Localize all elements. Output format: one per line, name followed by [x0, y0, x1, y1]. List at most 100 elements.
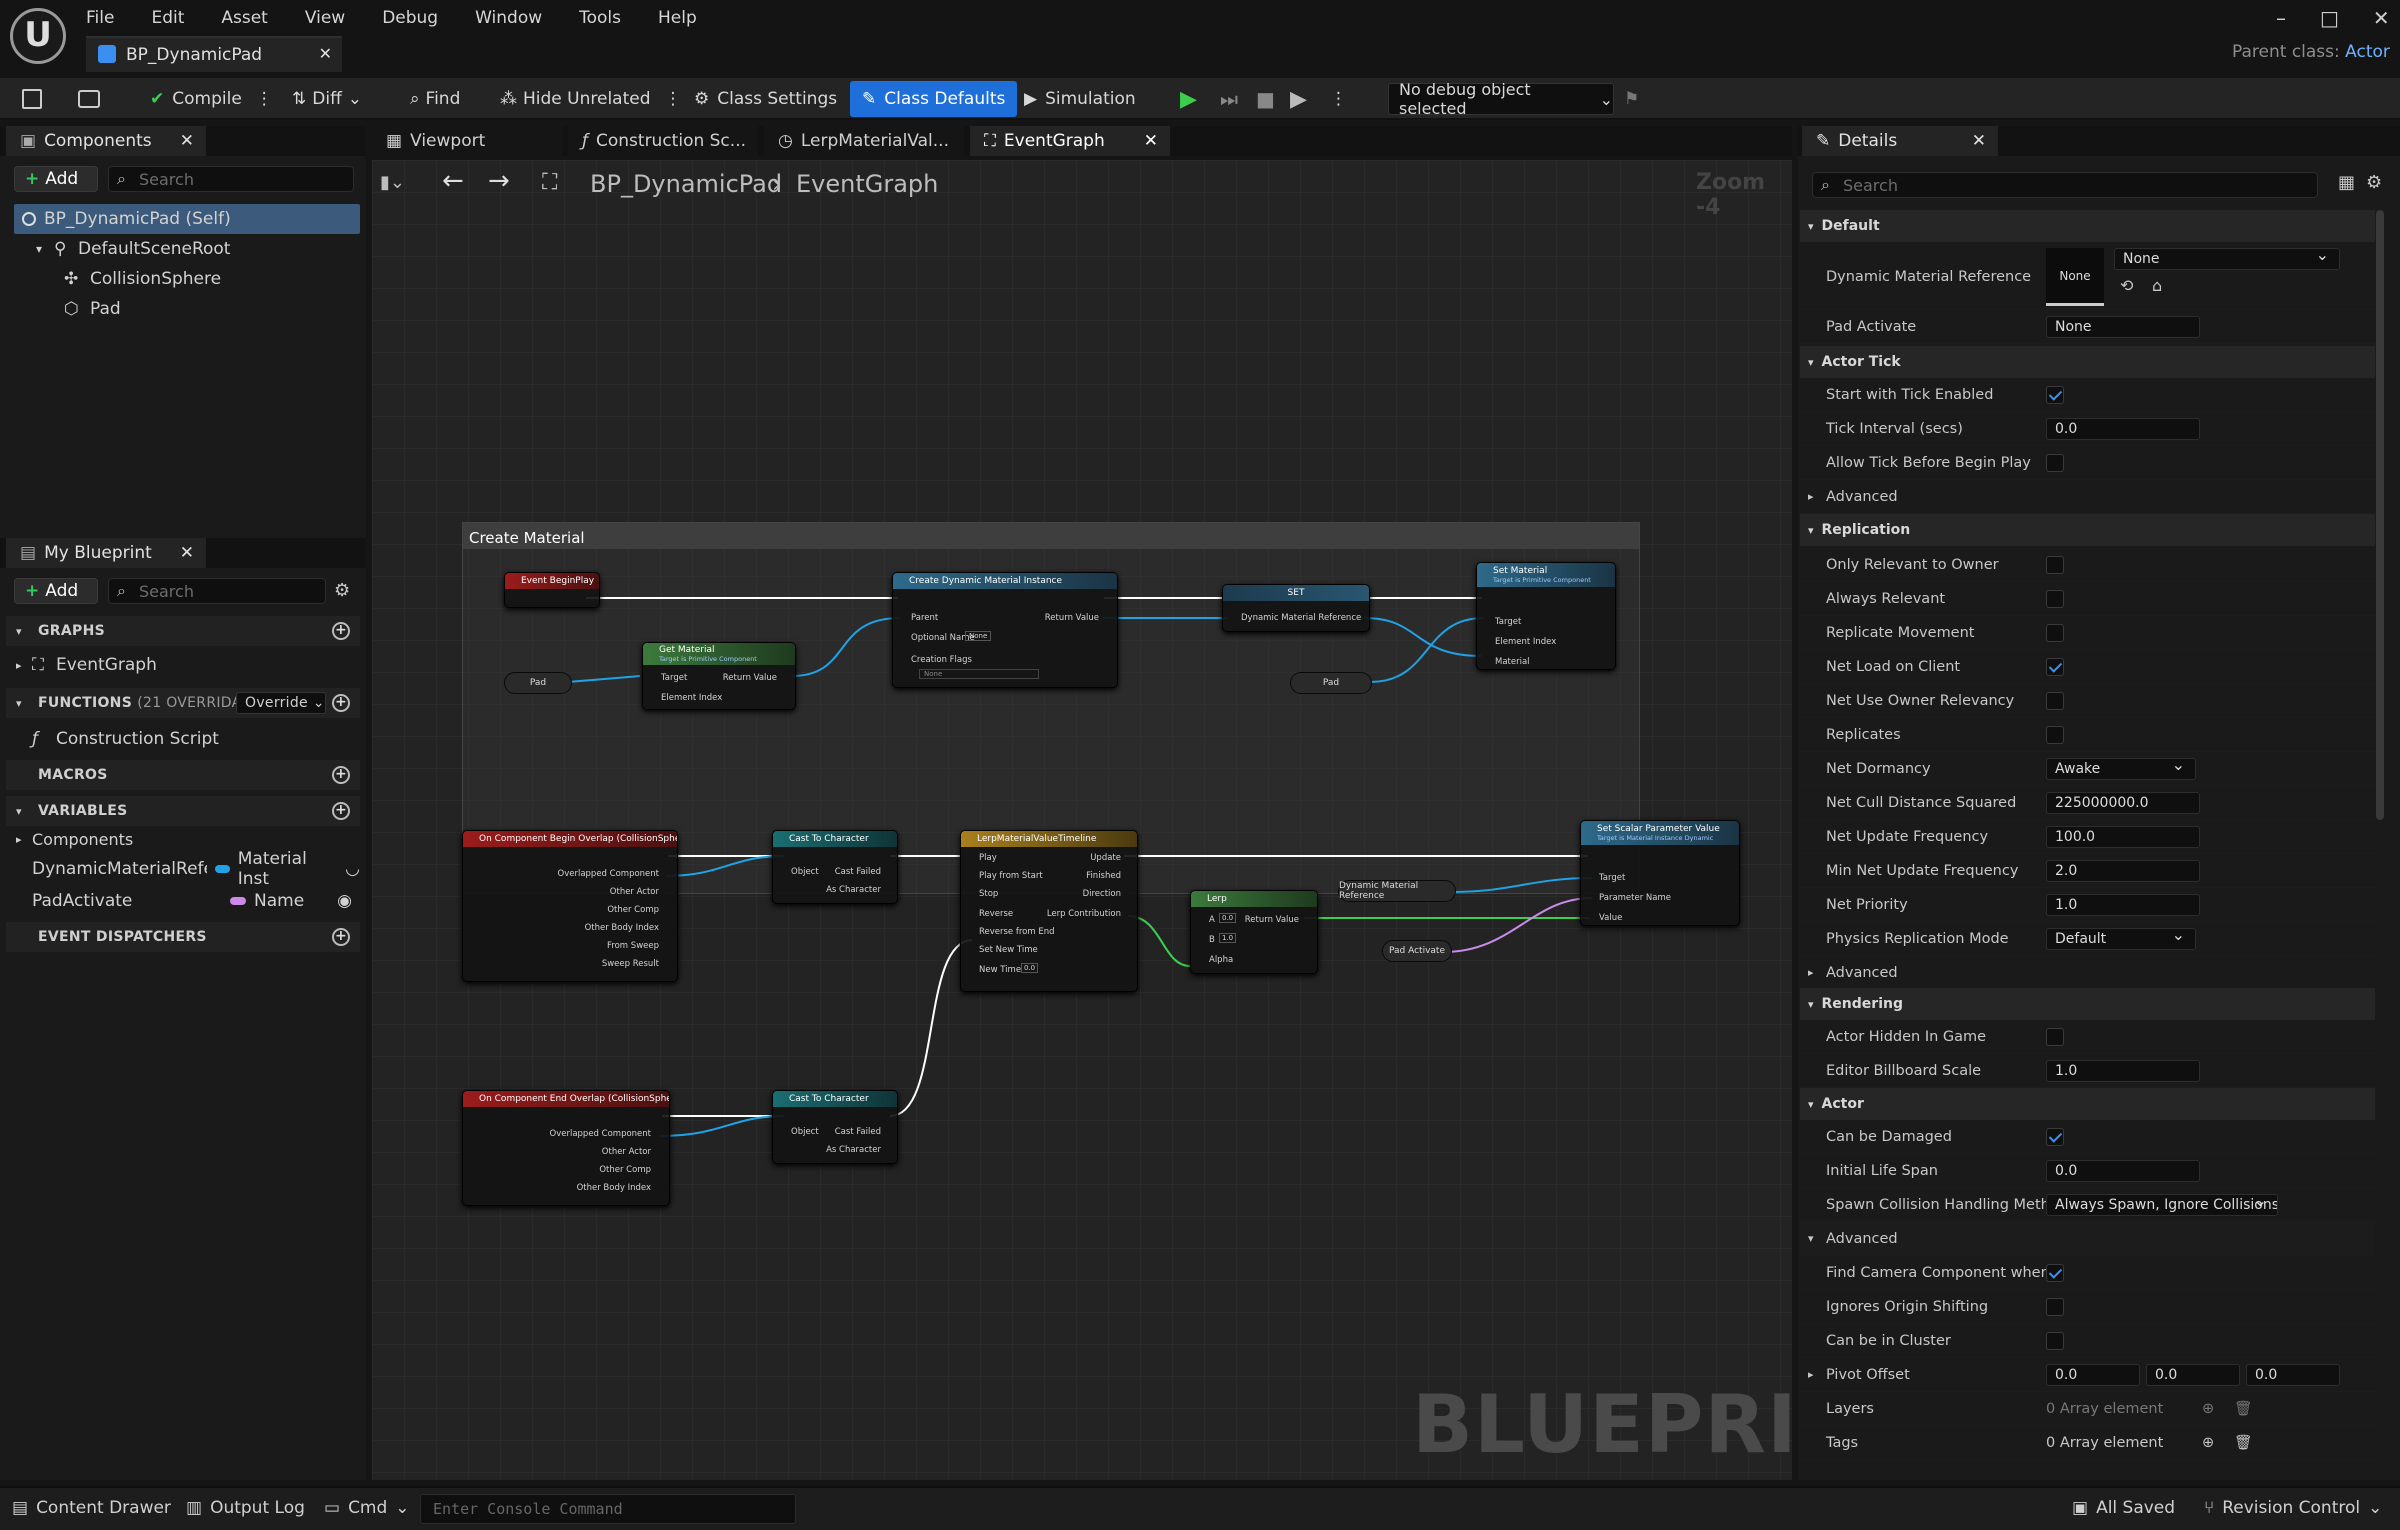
menu-debug[interactable]: Debug: [382, 8, 438, 28]
collapse-icon[interactable]: ▾: [1808, 1232, 1814, 1245]
can-be-damaged-checkbox[interactable]: [2046, 1127, 2064, 1146]
pin-overlapped[interactable]: Overlapped Component: [550, 1129, 651, 1139]
row-advanced-actor[interactable]: ▾ Advanced: [1800, 1222, 2375, 1256]
row-advanced-tick[interactable]: ▸ Advanced: [1800, 480, 2375, 514]
pin-dmr[interactable]: Dynamic Material Reference: [1241, 613, 1361, 623]
close-window-icon[interactable]: ✕: [2373, 6, 2390, 30]
output-log-button[interactable]: ▥ Output Log: [186, 1498, 305, 1518]
expand-icon[interactable]: ▸: [16, 659, 22, 672]
billboard-input[interactable]: 1.0: [2046, 1060, 2200, 1082]
graph-canvas[interactable]: ▮⌄ ← → ⛶ BP_DynamicPad › EventGraph Zoom…: [372, 160, 1920, 1480]
min-net-update-input[interactable]: 2.0: [2046, 860, 2200, 882]
pin-other-actor[interactable]: Other Actor: [602, 1147, 651, 1157]
my-blueprint-search-input[interactable]: ⌕ Search: [108, 578, 326, 604]
tree-item-collisionsphere[interactable]: ✣ CollisionSphere: [60, 264, 221, 294]
variable-padactivate[interactable]: PadActivate Name ◉: [32, 886, 360, 916]
close-my-blueprint-icon[interactable]: ✕: [180, 543, 194, 563]
b-value[interactable]: 1.0: [1219, 933, 1237, 943]
compile-button[interactable]: ✔ Compile ⋮: [150, 78, 273, 120]
node-pad-getter-1[interactable]: Pad: [504, 672, 572, 694]
tab-timeline[interactable]: ◷ LerpMaterialVal...: [764, 126, 964, 156]
pin-other-comp[interactable]: Other Comp: [607, 905, 659, 915]
unreal-logo-icon[interactable]: U: [10, 8, 66, 64]
pin-other-body[interactable]: Other Body Index: [585, 923, 659, 933]
add-macro-icon[interactable]: +: [332, 766, 350, 784]
pin-play-from-start[interactable]: Play from Start: [979, 871, 1043, 881]
tree-item-pad[interactable]: ⬡ Pad: [60, 294, 121, 324]
graphs-section[interactable]: ▾ GRAPHS +: [6, 616, 360, 646]
new-time-value[interactable]: 0.0: [1021, 963, 1039, 973]
pad-activate-input[interactable]: None: [2046, 316, 2200, 338]
menu-tools[interactable]: Tools: [579, 8, 621, 28]
dmr-dropdown[interactable]: None: [2114, 245, 2340, 270]
event-dispatchers-section[interactable]: EVENT DISPATCHERS +: [6, 922, 360, 952]
variable-dynamicmaterialreference[interactable]: DynamicMaterialReferer Material Inst ◡: [32, 849, 360, 889]
pivot-z-input[interactable]: 0.0: [2246, 1364, 2340, 1386]
play-icon[interactable]: ▶: [1180, 78, 1197, 120]
pin-cast-failed[interactable]: Cast Failed: [835, 867, 881, 877]
pin-update[interactable]: Update: [1090, 853, 1121, 863]
pin-other-body[interactable]: Other Body Index: [577, 1183, 651, 1193]
construction-script-item[interactable]: ƒ Construction Script: [30, 724, 219, 754]
pin-overlapped[interactable]: Overlapped Component: [558, 869, 659, 879]
details-scrollbar[interactable]: [2376, 210, 2384, 820]
add-dispatcher-icon[interactable]: +: [332, 928, 350, 946]
creation-flags-value[interactable]: None: [919, 669, 1039, 679]
pin-play[interactable]: Play: [979, 853, 997, 863]
class-defaults-button[interactable]: ✎ Class Defaults: [850, 81, 1018, 117]
diff-button[interactable]: ⇅ Diff ⌄: [292, 78, 362, 120]
play-options-icon[interactable]: ⋮: [1330, 78, 1347, 120]
minimize-icon[interactable]: –: [2276, 6, 2286, 30]
always-relevant-checkbox[interactable]: [2046, 589, 2064, 608]
expand-icon[interactable]: ▸: [1808, 1368, 1814, 1381]
pin-set-new-time[interactable]: Set New Time: [979, 945, 1038, 955]
pin-b[interactable]: B: [1209, 935, 1215, 945]
details-tab[interactable]: ✎ Details ✕: [1802, 126, 1998, 156]
save-icon[interactable]: [22, 78, 42, 120]
details-settings-icon[interactable]: ⚙: [2366, 172, 2382, 193]
pin-object[interactable]: Object: [791, 867, 819, 877]
node-end-overlap[interactable]: On Component End Overlap (CollisionSpher…: [462, 1090, 670, 1206]
details-search-input[interactable]: ⌕ Search: [1812, 172, 2318, 198]
initial-life-input[interactable]: 0.0: [2046, 1160, 2200, 1182]
step-icon[interactable]: ⏭: [1220, 78, 1238, 120]
node-pad-activate-getter[interactable]: Pad Activate: [1382, 940, 1452, 962]
category-rendering[interactable]: ▾ Rendering: [1800, 988, 2375, 1020]
can-be-in-cluster-checkbox[interactable]: [2046, 1331, 2064, 1350]
net-priority-input[interactable]: 1.0: [2046, 894, 2200, 916]
console-input[interactable]: Enter Console Command: [420, 1494, 796, 1524]
pin-target[interactable]: Target: [1495, 617, 1521, 627]
pin-return-value[interactable]: Return Value: [1245, 915, 1299, 925]
category-actor-tick[interactable]: ▾ Actor Tick: [1800, 346, 2375, 378]
add-function-icon[interactable]: +: [332, 694, 350, 712]
my-blueprint-tab[interactable]: ▤ My Blueprint ✕: [6, 538, 206, 568]
tab-construction-script[interactable]: ƒ Construction Sc...: [568, 126, 758, 156]
dmr-thumbnail[interactable]: None: [2046, 248, 2104, 306]
pin-object[interactable]: Object: [791, 1127, 819, 1137]
pin-finished[interactable]: Finished: [1086, 871, 1121, 881]
add-component-button[interactable]: + Add: [14, 166, 98, 192]
collapse-icon[interactable]: ▾: [1808, 220, 1814, 233]
tab-eventgraph[interactable]: ⛶ EventGraph ✕: [970, 126, 1170, 156]
expand-icon[interactable]: ▸: [1808, 966, 1814, 979]
node-get-material[interactable]: Get Material Target is Primitive Componen…: [642, 642, 796, 710]
menu-edit[interactable]: Edit: [151, 8, 184, 28]
tick-interval-input[interactable]: 0.0: [2046, 418, 2200, 440]
pivot-x-input[interactable]: 0.0: [2046, 1364, 2140, 1386]
pin-material[interactable]: Material: [1495, 657, 1530, 667]
net-load-checkbox[interactable]: [2046, 657, 2064, 676]
pin-target[interactable]: Target: [1599, 873, 1625, 883]
eventgraph-item[interactable]: ▸ ⛶ EventGraph: [14, 650, 157, 680]
category-actor[interactable]: ▾ Actor: [1800, 1088, 2375, 1120]
allow-tick-checkbox[interactable]: [2046, 453, 2064, 472]
expand-icon[interactable]: ▾: [36, 242, 42, 256]
tree-item-self[interactable]: BP_DynamicPad (Self): [14, 204, 360, 234]
pin-reverse[interactable]: Reverse: [979, 909, 1013, 919]
replicates-checkbox[interactable]: [2046, 725, 2064, 744]
node-dmr-getter[interactable]: Dynamic Material Reference: [1338, 880, 1456, 902]
node-event-beginplay[interactable]: Event BeginPlay: [504, 572, 600, 608]
collapse-icon[interactable]: ▾: [16, 697, 22, 710]
node-create-dmi[interactable]: Create Dynamic Material Instance Parent …: [892, 572, 1118, 688]
functions-section[interactable]: ▾ FUNCTIONS (21 OVERRIDABLE) Override ⌄ +: [6, 688, 360, 718]
node-pad-getter-2[interactable]: Pad: [1290, 672, 1372, 694]
